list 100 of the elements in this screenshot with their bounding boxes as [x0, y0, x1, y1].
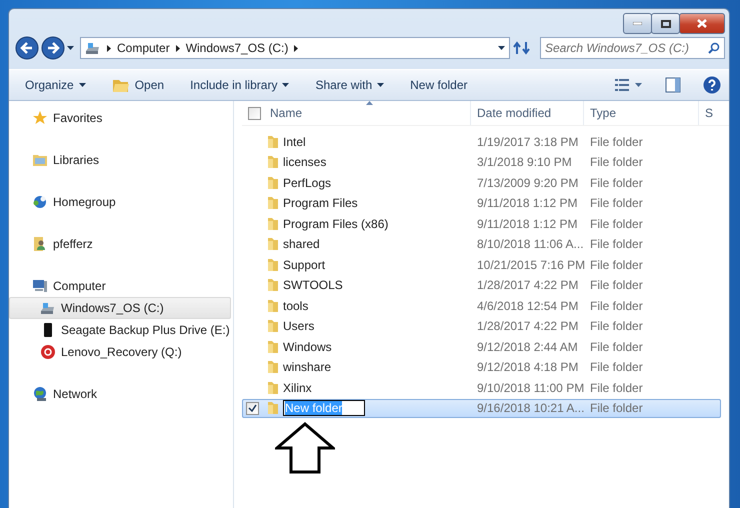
folder-icon [267, 319, 279, 334]
column-header[interactable]: Type [590, 106, 616, 120]
drive-icon [85, 40, 101, 56]
star-icon [32, 110, 48, 126]
recovery-icon [40, 344, 56, 360]
column-header[interactable]: Date modified [477, 106, 552, 120]
date-modified: 9/10/2018 11:00 PM [477, 380, 584, 395]
file-row[interactable]: Users 1/28/2017 4:22 PM File folder [242, 316, 721, 336]
file-row[interactable]: licenses 3/1/2018 9:10 PM File folder [242, 152, 721, 172]
file-type: File folder [590, 360, 643, 374]
refresh-icon[interactable] [512, 39, 532, 57]
folder-icon [267, 340, 279, 354]
file-name: licenses [283, 155, 326, 170]
select-all-checkbox[interactable] [248, 106, 261, 120]
minimize-icon [633, 22, 642, 25]
folder-icon [267, 155, 279, 170]
sidebar-item[interactable]: Libraries [9, 149, 231, 171]
forward-button[interactable] [41, 36, 65, 60]
toolbar-button[interactable]: Organize [23, 76, 88, 94]
breadcrumb-item[interactable]: Computer [117, 41, 170, 55]
toolbar-button[interactable]: New folder [408, 76, 470, 94]
file-row[interactable]: PerfLogs 7/13/2009 9:20 PM File folder [242, 173, 721, 192]
column-header[interactable]: Name [270, 106, 302, 120]
caret-icon [377, 83, 384, 87]
folder-icon [267, 216, 279, 231]
file-row[interactable]: Intel 1/19/2017 3:18 PM File folder [242, 132, 721, 152]
date-modified: 3/1/2018 9:10 PM [477, 155, 572, 170]
maximize-icon [660, 20, 670, 28]
folder-icon [267, 278, 279, 292]
preview-pane-icon[interactable] [665, 77, 681, 93]
file-row[interactable]: SWTOOLS 1/28/2017 4:22 PM File folder [242, 276, 721, 295]
sidebar-item[interactable]: Homegroup [9, 191, 231, 213]
chevron-icon [294, 44, 298, 52]
sidebar-item[interactable]: Network [9, 383, 231, 405]
file-type: File folder [590, 196, 643, 210]
file-row[interactable]: Windows 9/12/2018 2:44 AM File folder [242, 337, 721, 356]
file-row[interactable]: tools 4/6/2018 12:54 PM File folder [242, 296, 721, 316]
caret-icon [78, 83, 86, 87]
help-icon[interactable] [703, 76, 721, 94]
date-modified: 9/11/2018 1:12 PM [477, 196, 578, 210]
file-row[interactable]: shared 8/10/2018 11:06 A... File folder [242, 234, 721, 254]
user-folder-icon [32, 236, 48, 252]
folder-icon [267, 196, 279, 210]
file-type: File folder [590, 278, 643, 292]
up-arrow-icon [275, 422, 335, 474]
network-icon [32, 386, 48, 402]
file-type: File folder [590, 216, 643, 231]
file-type: File folder [590, 258, 643, 272]
file-name: Intel [283, 134, 306, 149]
chevron-icon [176, 44, 180, 52]
file-type: File folder [590, 380, 643, 395]
file-name: Xilinx [283, 380, 312, 395]
maximize-button[interactable] [651, 13, 680, 34]
folder-icon [267, 237, 279, 252]
date-modified: 7/13/2009 9:20 PM [477, 176, 578, 190]
homegroup-icon [32, 194, 48, 210]
toolbar-button[interactable]: Open [110, 76, 166, 94]
file-row[interactable]: Support 10/21/2015 7:16 PM File folder [242, 255, 721, 274]
close-button[interactable] [679, 13, 725, 34]
row-checkbox[interactable] [246, 402, 259, 415]
search-icon [708, 42, 720, 54]
file-row[interactable]: New folder 9/16/2018 10:21 A... File folder [242, 398, 721, 418]
file-name: Support [283, 258, 326, 272]
file-type: File folder [590, 134, 643, 149]
sidebar-item[interactable]: Seagate Backup Plus Drive (E:) [9, 319, 231, 341]
address-bar[interactable]: Computer Windows7_OS (C:) [80, 37, 510, 59]
file-name: winshare [283, 360, 332, 374]
sidebar-item[interactable]: pfefferz [9, 233, 231, 255]
file-type: File folder [590, 298, 643, 313]
folder-icon [267, 380, 279, 395]
toolbar-button[interactable]: Include in library [188, 76, 292, 94]
file-row[interactable]: Program Files 9/11/2018 1:12 PM File folder [242, 194, 721, 213]
folder-icon [267, 134, 279, 149]
file-name: tools [283, 298, 308, 313]
search-field[interactable]: Search Windows7_OS (C:) [540, 37, 725, 59]
file-row[interactable]: Program Files (x86) 9/11/2018 1:12 PM File folder [242, 214, 721, 234]
file-type: File folder [590, 401, 643, 416]
file-row[interactable]: winshare 9/12/2018 4:18 PM File folder [242, 358, 721, 377]
caret-icon [67, 46, 74, 50]
sidebar-item[interactable]: Windows7_OS (C:) [9, 297, 231, 319]
folder-icon [267, 401, 279, 416]
toolbar-button[interactable]: Share with [313, 76, 386, 94]
file-row[interactable]: Xilinx 9/10/2018 11:00 PM File folder [242, 378, 721, 398]
sidebar-item[interactable]: Favorites [9, 107, 231, 129]
back-button[interactable] [15, 36, 39, 60]
date-modified: 9/12/2018 2:44 AM [477, 340, 578, 354]
view-options-icon[interactable] [615, 78, 643, 92]
column-header[interactable]: S [705, 106, 714, 120]
folder-icon [267, 360, 279, 374]
minimize-button[interactable] [623, 13, 652, 34]
sidebar-item[interactable]: Lenovo_Recovery (Q:) [9, 341, 231, 363]
date-modified: 10/21/2015 7:16 PM [477, 258, 586, 272]
sidebar-item[interactable]: Computer [9, 275, 231, 297]
date-modified: 4/6/2018 12:54 PM [477, 298, 578, 313]
date-modified: 1/19/2017 3:18 PM [477, 134, 578, 149]
close-icon [697, 19, 707, 28]
chevron-icon [107, 44, 111, 52]
caret-icon [498, 46, 505, 50]
file-type: File folder [590, 319, 643, 334]
breadcrumb-item[interactable]: Windows7_OS (C:) [186, 41, 288, 55]
